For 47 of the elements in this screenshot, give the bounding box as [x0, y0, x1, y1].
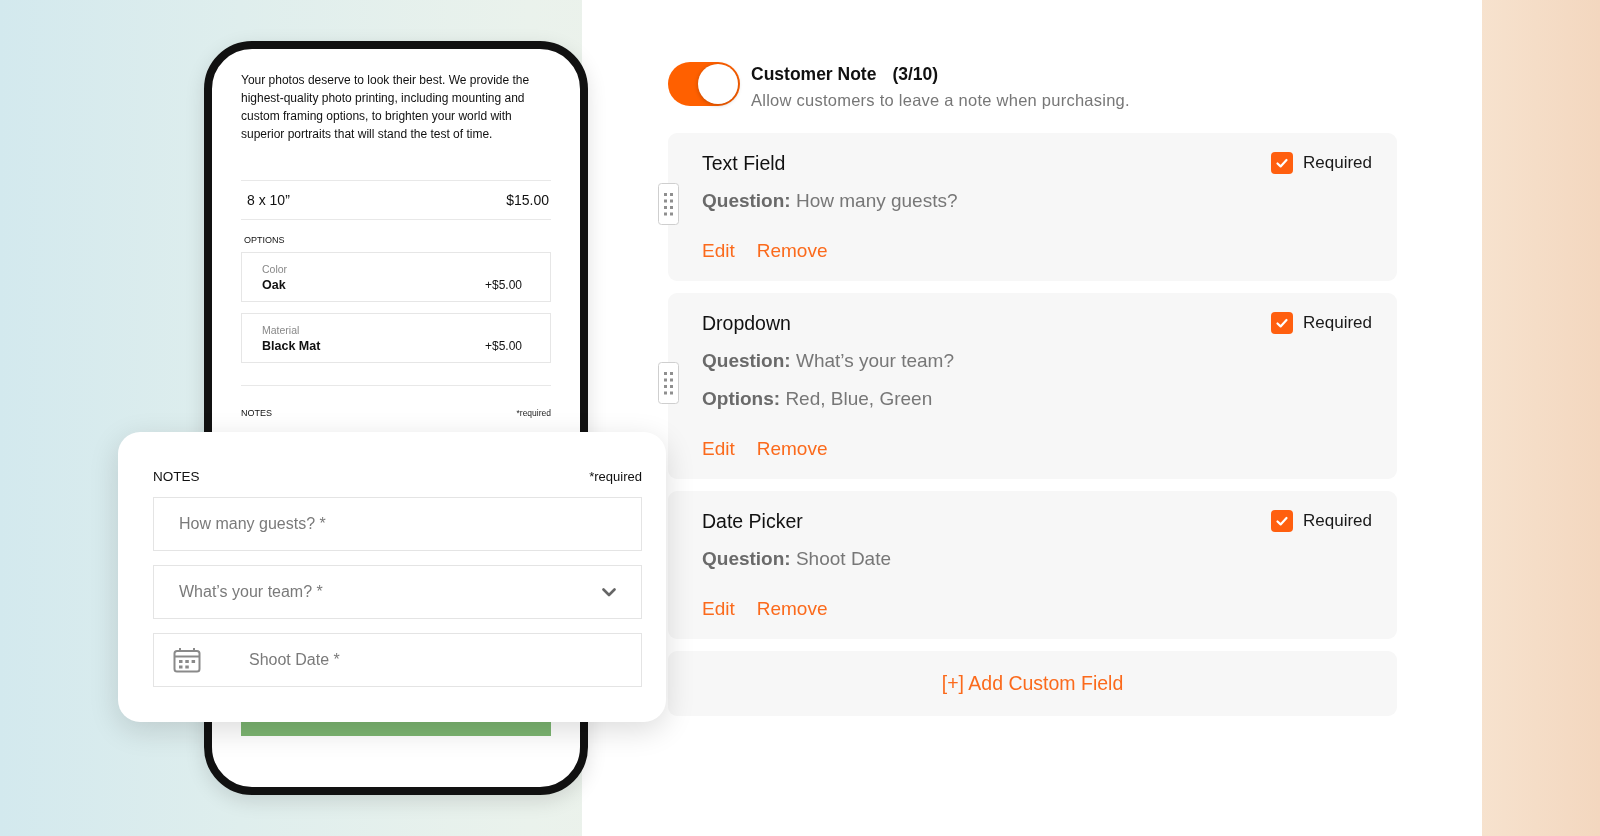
required-checkbox[interactable]: [1271, 312, 1293, 334]
required-checkbox[interactable]: [1271, 152, 1293, 174]
remove-link[interactable]: Remove: [756, 239, 828, 263]
remove-link[interactable]: Remove: [756, 597, 828, 621]
edit-link[interactable]: Edit: [702, 437, 735, 461]
product-description: Your photos deserve to look their best. We provide the highest-quality photo printing, including mounting and custom framing options, to brighten your world with superior portraits that will stand the test of time.: [241, 72, 531, 143]
section-title: Customer Note: [751, 64, 877, 84]
field-detail: Options: Red, Blue, Green: [702, 387, 934, 411]
product-size: 8 x 10”: [247, 192, 290, 208]
text-input[interactable]: How many guests? *: [153, 497, 642, 551]
options-heading: OPTIONS: [243, 234, 286, 246]
field-detail: Question: What’s your team?: [702, 349, 955, 373]
required-checkbox[interactable]: [1271, 510, 1293, 532]
option-card[interactable]: Color Oak +$5.00: [241, 252, 551, 302]
option-price: +$5.00: [484, 277, 522, 294]
edit-link[interactable]: Edit: [702, 239, 735, 263]
required-note: *required: [516, 407, 551, 419]
add-field-button[interactable]: [+] Add Custom Field: [668, 651, 1397, 716]
option-value: Black Mat: [262, 338, 321, 355]
product-price: $15.00: [506, 192, 549, 208]
field-detail: Question: How many guests?: [702, 189, 959, 213]
field-title: Text Field: [702, 151, 786, 175]
calendar-icon: [173, 647, 201, 673]
dropdown-select[interactable]: What’s your team? *: [153, 565, 642, 619]
required-label: Required: [1303, 511, 1372, 531]
date-input[interactable]: Shoot Date *: [153, 633, 642, 687]
option-label: Material: [262, 323, 301, 337]
option-label: Color: [262, 262, 289, 276]
required-label: Required: [1303, 153, 1372, 173]
chevron-down-icon: [602, 587, 616, 597]
required-note: *required: [589, 469, 642, 485]
option-price: +$5.00: [484, 338, 522, 355]
option-card[interactable]: Material Black Mat +$5.00: [241, 313, 551, 363]
notes-heading: NOTES: [153, 469, 200, 485]
edit-link[interactable]: Edit: [702, 597, 735, 621]
field-title: Date Picker: [702, 509, 803, 533]
drag-handle[interactable]: [658, 183, 679, 225]
field-detail: Question: Shoot Date: [702, 547, 892, 571]
section-description: Allow customers to leave a note when purchasing.: [751, 91, 1130, 109]
notes-heading: NOTES: [241, 407, 272, 419]
usage-count: (3/10): [892, 64, 939, 84]
drag-handle[interactable]: [658, 362, 679, 404]
remove-link[interactable]: Remove: [756, 437, 828, 461]
required-label: Required: [1303, 313, 1372, 333]
option-value: Oak: [262, 277, 286, 294]
toggle-switch[interactable]: [668, 62, 740, 106]
field-title: Dropdown: [702, 311, 791, 335]
